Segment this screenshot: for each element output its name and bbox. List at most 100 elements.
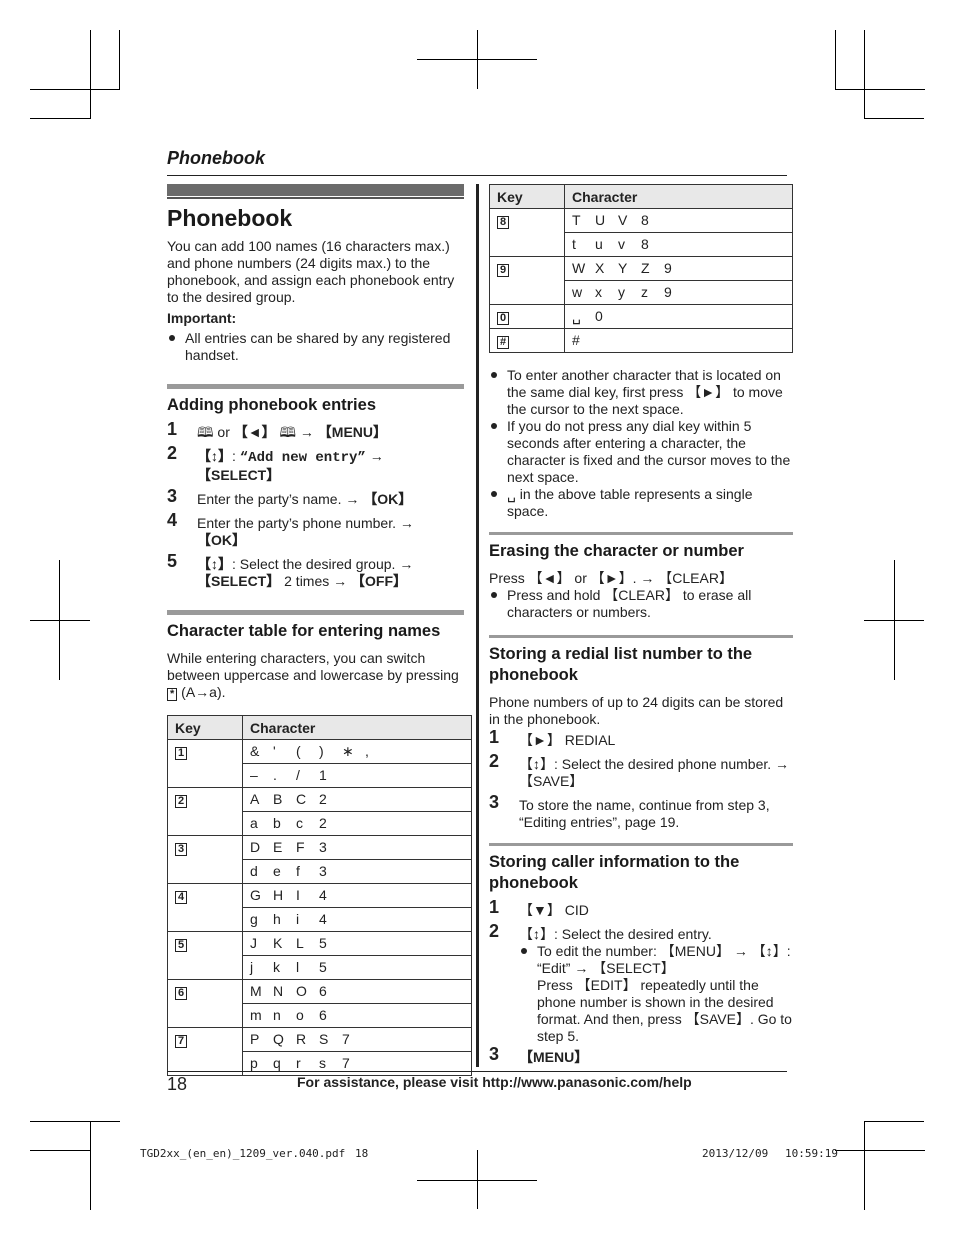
assistance-link[interactable]: For assistance, please visit http://www.… bbox=[297, 1074, 692, 1090]
dial-key-icon: 1 bbox=[175, 747, 188, 760]
print-date: 2013/12/09 bbox=[702, 1147, 769, 1160]
key-cell: 6 bbox=[167, 979, 243, 1028]
character: O bbox=[296, 983, 307, 999]
redial-step-3: 3 To store the name, continue from step 3… bbox=[489, 792, 770, 830]
character: g bbox=[250, 911, 258, 927]
character: Y bbox=[618, 260, 628, 276]
table-row: 4 GHI 4 bbox=[167, 883, 472, 932]
character-cell: DEF3 bbox=[242, 835, 472, 860]
character-cell: ABC2 bbox=[242, 787, 472, 812]
character-cell: MNO6 bbox=[242, 979, 472, 1004]
phonebook-icon: 🕮 bbox=[197, 424, 214, 440]
character: B bbox=[273, 791, 283, 807]
adding-step-4: 4 Enter the party’s phone number. → 【OK】 bbox=[167, 510, 414, 548]
ok-key: 【OK】 bbox=[197, 532, 246, 548]
dial-key-icon: # bbox=[497, 336, 510, 349]
character: , bbox=[365, 743, 369, 759]
step-number: 1 bbox=[167, 419, 178, 439]
character: 2 bbox=[319, 791, 327, 807]
dial-key-icon: 2 bbox=[175, 795, 188, 808]
character: 8 bbox=[641, 212, 649, 228]
character: j bbox=[250, 959, 254, 975]
character: 6 bbox=[319, 1007, 327, 1023]
key-cell: 2 bbox=[167, 787, 243, 836]
select-key: 【SELECT】 bbox=[197, 467, 281, 483]
character: 9 bbox=[664, 284, 672, 300]
file-page: 18 bbox=[355, 1147, 369, 1160]
character: ) bbox=[319, 743, 324, 759]
character: w bbox=[572, 284, 583, 300]
character-cell: JKL5 bbox=[242, 931, 472, 956]
select-key: 【SELECT】 bbox=[197, 573, 281, 589]
character: 2 bbox=[319, 815, 327, 831]
left-key-icon: 【◄】 bbox=[233, 424, 276, 440]
dial-key-icon: 4 bbox=[175, 891, 188, 904]
caller-sub-text: Press 【EDIT】 repeatedly until the phone … bbox=[537, 977, 792, 1044]
character: m bbox=[250, 1007, 262, 1023]
character: P bbox=[250, 1031, 260, 1047]
character: c bbox=[296, 815, 303, 831]
character: o bbox=[296, 1007, 304, 1023]
redial-step-1: 1 【►】 REDIAL bbox=[489, 727, 616, 748]
character: S bbox=[319, 1031, 329, 1047]
erasing-line: Press 【◄】 or 【►】. → 【CLEAR】 bbox=[489, 570, 733, 586]
character: 7 bbox=[342, 1055, 350, 1071]
header-rule bbox=[167, 175, 787, 176]
dial-key-icon: 7 bbox=[175, 1035, 188, 1048]
character: / bbox=[296, 767, 300, 783]
key-cell: 0 bbox=[489, 304, 565, 329]
erasing-heading: Erasing the character or number bbox=[489, 542, 744, 560]
character: p bbox=[250, 1055, 258, 1071]
menu-option-text: “Add new entry” bbox=[239, 450, 366, 466]
note-bullet: If you do not press any dial key within … bbox=[489, 418, 793, 486]
key-cell: 3 bbox=[167, 835, 243, 884]
key-cell: # bbox=[489, 328, 565, 353]
character: b bbox=[273, 815, 281, 831]
character-cell: –. / 1 bbox=[242, 763, 472, 788]
key-cell: 8 bbox=[489, 208, 565, 257]
table-row: # # bbox=[489, 328, 793, 353]
character: & bbox=[250, 743, 260, 759]
header-key: Key bbox=[167, 715, 243, 740]
character: X bbox=[595, 260, 605, 276]
character: U bbox=[595, 212, 606, 228]
key-cell: 4 bbox=[167, 883, 243, 932]
up-down-key-icon: 【↕】 bbox=[197, 556, 232, 572]
caller-info-heading: Storing caller information to the phoneb… bbox=[489, 853, 740, 892]
file-name: TGD2xx_(en_en)_1209_ver.040.pdf bbox=[140, 1147, 346, 1160]
off-key: 【OFF】 bbox=[351, 573, 408, 589]
character: f bbox=[296, 863, 300, 879]
character: i bbox=[296, 911, 300, 927]
character: ( bbox=[296, 743, 301, 759]
character-cell: def 3 bbox=[242, 859, 472, 884]
print-time: 10:59:19 bbox=[785, 1147, 838, 1160]
left-column: Phonebook You can add 100 names (16 char… bbox=[167, 184, 472, 1076]
character: C bbox=[296, 791, 307, 807]
note-bullet: ␣ in the above table represents a single… bbox=[489, 486, 793, 520]
character-table-intro: While entering characters, you can switc… bbox=[167, 650, 459, 701]
note-bullet: To enter another character that is locat… bbox=[489, 367, 793, 418]
character: N bbox=[273, 983, 284, 999]
character: x bbox=[595, 284, 602, 300]
right-column: Key Character 8 T U V 8 t u v 8 9 W X Y Z 9 w x y z 9 0 ␣ 0 # # … bbox=[489, 184, 793, 1073]
table-row: 5JKL5 bbox=[167, 931, 472, 980]
section-rule bbox=[489, 843, 793, 846]
character-cell: WXYZ9 bbox=[564, 256, 793, 281]
character: 0 bbox=[595, 308, 603, 324]
character: – bbox=[250, 767, 258, 783]
character-table-heading: Character table for entering names bbox=[167, 622, 441, 640]
character: 9 bbox=[664, 260, 672, 276]
character: q bbox=[273, 1055, 281, 1071]
section-rule bbox=[489, 532, 793, 535]
character: L bbox=[296, 935, 304, 951]
caller-step-3: 3 【MENU】 bbox=[489, 1044, 589, 1065]
character: E bbox=[273, 839, 283, 855]
up-down-key-icon: 【↕】 bbox=[197, 448, 232, 464]
character: 8 bbox=[641, 236, 649, 252]
column-divider bbox=[476, 184, 479, 1067]
dial-key-icon: 8 bbox=[497, 216, 510, 229]
redial-heading: Storing a redial list number to the phon… bbox=[489, 645, 753, 684]
table-row: 9WXYZ9 bbox=[489, 256, 793, 305]
character: H bbox=[273, 887, 284, 903]
character: d bbox=[250, 863, 258, 879]
